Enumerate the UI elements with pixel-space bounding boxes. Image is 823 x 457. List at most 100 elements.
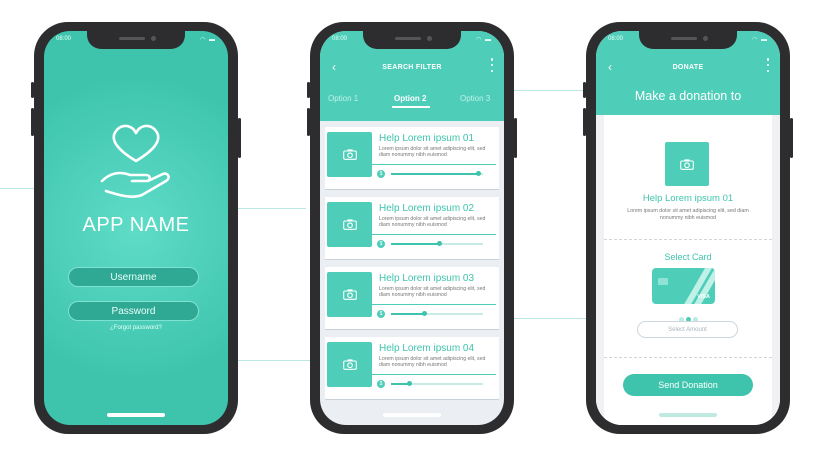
forgot-password-link[interactable]: ¿Forgot password? <box>44 325 228 331</box>
progress-track <box>391 241 483 246</box>
phone-search-filter: 08:00 ◠ ▬ ‹ SEARCH FILTER Option 1 Optio… <box>307 22 517 434</box>
credit-card[interactable]: VISA <box>652 268 715 304</box>
card-brand: VISA <box>697 294 710 300</box>
coin-icon: $ <box>377 310 385 318</box>
camera-icon <box>342 149 357 160</box>
home-indicator <box>659 413 717 417</box>
result-title: Help Lorem ipsum 03 <box>379 273 475 284</box>
result-description: Lorem ipsum dolor sit amet adipiscing el… <box>379 286 486 299</box>
login-screen: 08:00 ◠ ▬ APP NAME Username Password ¿Fo… <box>44 31 228 425</box>
card-chip <box>658 278 668 285</box>
divider <box>604 239 772 240</box>
phone-button <box>583 82 586 98</box>
result-description: Lorem ipsum dolor sit amet adipiscing el… <box>379 146 486 159</box>
tab-option-2[interactable]: Option 2 <box>394 94 426 103</box>
progress-knob[interactable] <box>422 311 428 316</box>
progress-fill <box>391 173 479 175</box>
phone-login: 08:00 ◠ ▬ APP NAME Username Password ¿Fo… <box>31 22 241 434</box>
progress-track <box>391 381 483 386</box>
campaign-description: Lorem ipsum dolor sit amet adipiscing el… <box>627 208 749 221</box>
home-indicator <box>383 413 441 417</box>
result-thumbnail <box>327 202 372 247</box>
progress-fill <box>391 313 425 315</box>
phone-button <box>307 108 310 136</box>
result-title: Help Lorem ipsum 01 <box>379 133 475 144</box>
wifi-icon: ◠ <box>200 37 207 43</box>
donation-heading: Make a donation to <box>634 89 742 103</box>
result-card[interactable]: Help Lorem ipsum 03 Lorem ipsum dolor sit… <box>325 267 499 329</box>
phone-donate: 08:00 ◠ ▬ ‹ DONATE Make a donation to He… <box>583 22 793 434</box>
result-description: Lorem ipsum dolor sit amet adipiscing el… <box>379 356 486 369</box>
camera-icon <box>680 158 694 170</box>
more-icon[interactable] <box>766 58 770 72</box>
progress-knob[interactable] <box>476 171 482 176</box>
amount-select[interactable]: Select Amount <box>637 321 738 338</box>
decor-line <box>512 90 586 91</box>
status-icons: ◠ ▬ <box>752 36 768 43</box>
status-icons: ◠ ▬ <box>476 36 492 43</box>
divider <box>604 357 772 358</box>
password-field[interactable]: Password <box>68 301 199 321</box>
status-time: 08:00 <box>332 36 348 42</box>
result-title: Help Lorem ipsum 04 <box>379 343 475 354</box>
camera-icon <box>342 359 357 370</box>
result-title: Help Lorem ipsum 02 <box>379 203 475 214</box>
progress-track <box>391 171 483 176</box>
progress-knob[interactable] <box>436 241 442 246</box>
status-time: 08:00 <box>608 36 624 42</box>
coin-icon: $ <box>377 380 385 388</box>
result-card[interactable]: Help Lorem ipsum 02 Lorem ipsum dolor sit… <box>325 197 499 259</box>
notch <box>639 31 737 49</box>
donate-screen: 08:00 ◠ ▬ ‹ DONATE Make a donation to He… <box>596 31 780 425</box>
app-name: APP NAME <box>82 214 190 236</box>
page-title: SEARCH FILTER <box>382 64 442 71</box>
home-indicator <box>107 413 165 417</box>
result-card[interactable]: Help Lorem ipsum 01 Lorem ipsum dolor sit… <box>325 127 499 189</box>
campaign-image <box>665 142 709 186</box>
tab-option-1[interactable]: Option 1 <box>328 94 358 103</box>
progress-track <box>391 311 483 316</box>
notch <box>87 31 185 49</box>
battery-icon: ▬ <box>209 37 216 43</box>
divider <box>372 164 496 165</box>
send-donation-button[interactable]: Send Donation <box>623 374 753 396</box>
camera-icon <box>342 289 357 300</box>
battery-icon: ▬ <box>485 37 492 43</box>
decor-line <box>236 208 306 209</box>
page-title: DONATE <box>672 64 704 71</box>
decor-line <box>512 318 586 319</box>
result-thumbnail <box>327 342 372 387</box>
progress-knob[interactable] <box>407 381 413 386</box>
result-thumbnail <box>327 272 372 317</box>
wifi-icon: ◠ <box>752 37 759 43</box>
wifi-icon: ◠ <box>476 37 483 43</box>
status-time: 08:00 <box>56 36 72 42</box>
more-icon[interactable] <box>490 58 494 72</box>
phone-button <box>514 118 517 158</box>
battery-icon: ▬ <box>761 37 768 43</box>
phone-button <box>238 118 241 158</box>
campaign-title: Help Lorem ipsum 01 <box>642 193 734 204</box>
phone-button <box>583 108 586 136</box>
result-thumbnail <box>327 132 372 177</box>
divider <box>372 304 496 305</box>
phone-button <box>31 82 34 98</box>
phone-button <box>790 118 793 158</box>
phone-button <box>307 82 310 98</box>
coin-icon: $ <box>377 240 385 248</box>
heart-in-hand-icon <box>100 124 170 198</box>
progress-fill <box>391 243 439 245</box>
divider <box>372 234 496 235</box>
result-description: Lorem ipsum dolor sit amet adipiscing el… <box>379 216 486 229</box>
username-field[interactable]: Username <box>68 267 199 287</box>
phone-button <box>31 108 34 136</box>
active-tab-indicator <box>392 106 430 108</box>
divider <box>372 374 496 375</box>
coin-icon: $ <box>377 170 385 178</box>
status-icons: ◠ ▬ <box>200 36 216 43</box>
camera-icon <box>342 219 357 230</box>
notch <box>363 31 461 49</box>
tab-option-3[interactable]: Option 3 <box>460 94 490 103</box>
result-card[interactable]: Help Lorem ipsum 04 Lorem ipsum dolor sit… <box>325 337 499 399</box>
mockup-stage: 08:00 ◠ ▬ APP NAME Username Password ¿Fo… <box>0 0 823 457</box>
